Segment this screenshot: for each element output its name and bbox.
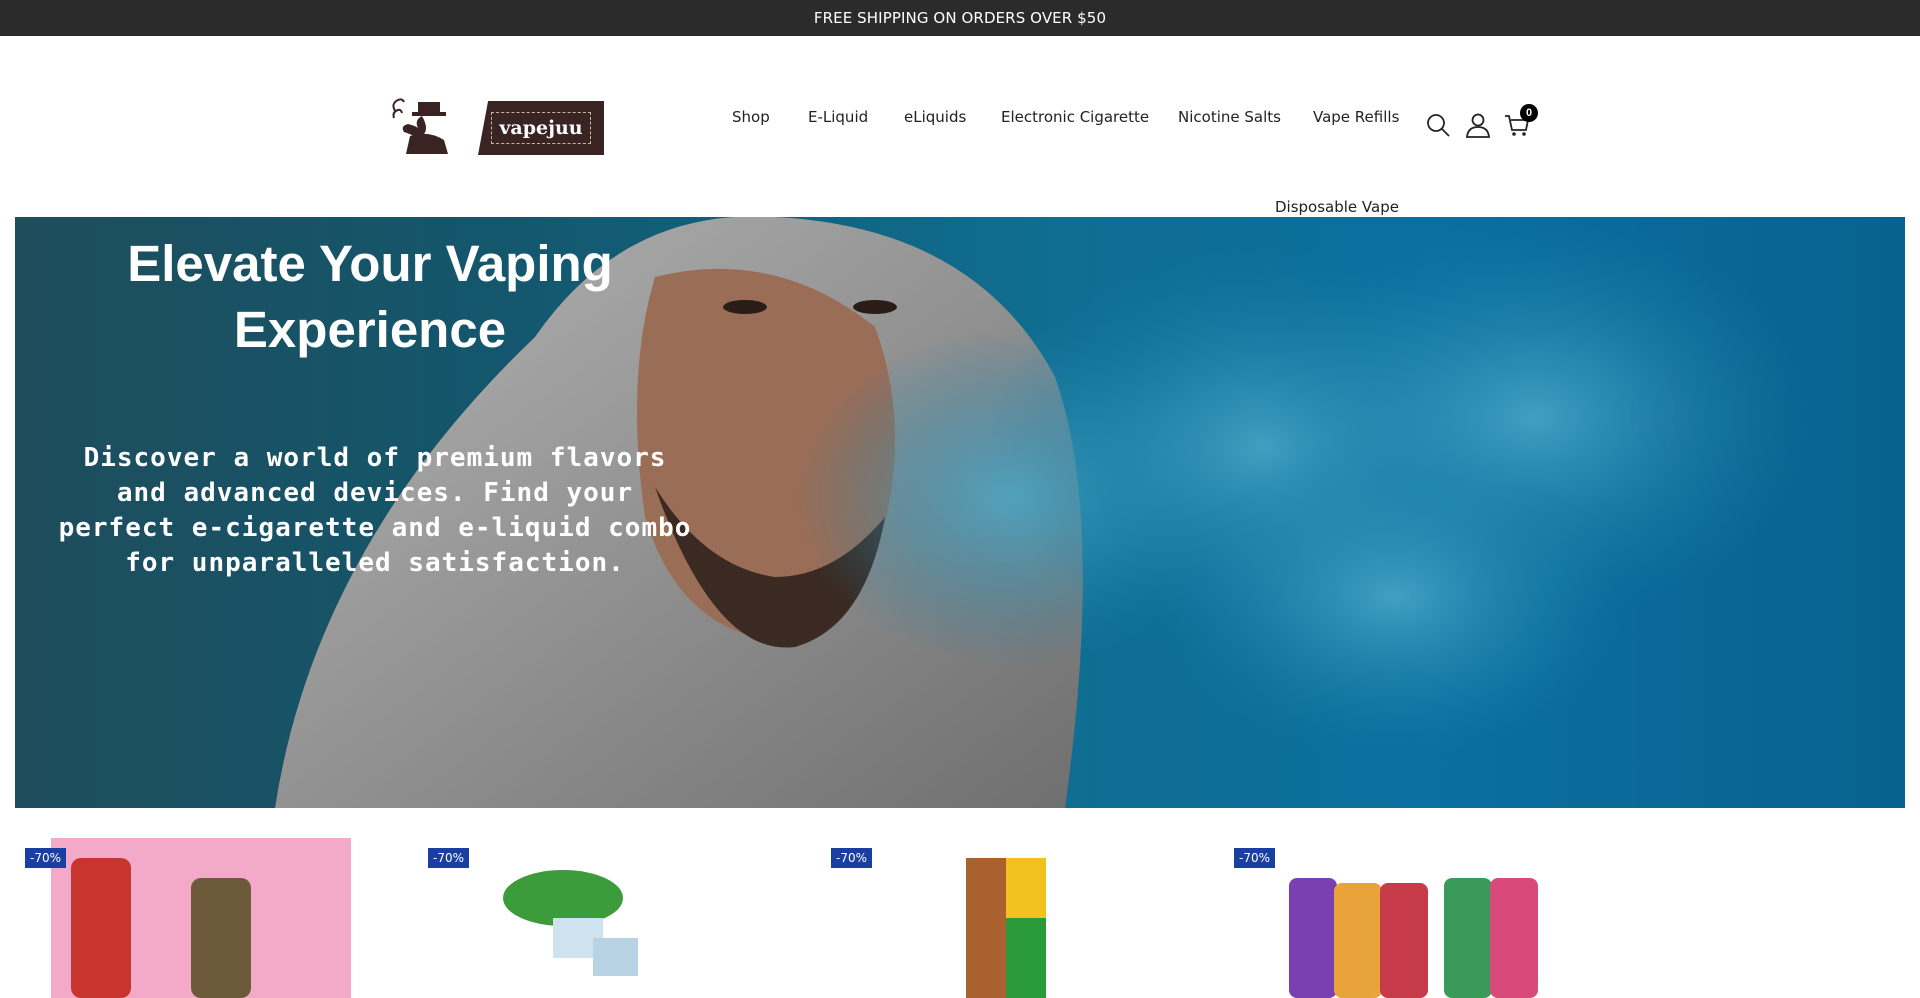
discount-badge: -70%	[25, 848, 67, 868]
detective-logo-icon	[392, 98, 448, 154]
product-image[interactable]	[483, 838, 683, 998]
site-logo[interactable]: vapejuu	[390, 98, 605, 155]
hero-heading: Elevate Your Vaping Experience	[127, 235, 613, 358]
nav-item-electronic-cigarette[interactable]: Electronic Cigarette	[1001, 108, 1149, 126]
search-icon[interactable]	[1423, 110, 1453, 140]
discount-badge: -70%	[1234, 848, 1276, 868]
cart-count-badge: 0	[1520, 104, 1538, 122]
discount-badge: -70%	[428, 848, 470, 868]
discount-badge: -70%	[831, 848, 873, 868]
product-card[interactable]: -70%	[826, 838, 1216, 998]
site-header: vapejuu Shop E-Liquid eLiquids Electroni…	[0, 36, 1920, 217]
hero-banner[interactable]: Elevate Your Vaping Experience Discover …	[15, 217, 1905, 808]
product-grid: -70% -70% -70% -70%	[0, 808, 1920, 998]
nav-item-shop[interactable]: Shop	[732, 108, 770, 126]
nav-item-disposable-vape[interactable]: Disposable Vape	[1275, 198, 1399, 216]
product-image[interactable]	[1284, 838, 1544, 998]
logo-text: vapejuu	[491, 112, 591, 144]
user-icon[interactable]	[1463, 110, 1493, 140]
announcement-text: FREE SHIPPING ON ORDERS OVER $50	[813, 9, 1107, 27]
product-image[interactable]	[926, 838, 1076, 998]
hero-subheading: Discover a world of premium flavors and …	[58, 443, 692, 578]
logo-badge: vapejuu	[478, 101, 604, 155]
nav-item-vape-refills[interactable]: Vape Refills	[1313, 108, 1399, 126]
product-image[interactable]	[51, 838, 351, 998]
product-card[interactable]: -70%	[423, 838, 813, 998]
nav-item-e-liquid[interactable]: E-Liquid	[808, 108, 868, 126]
header-icons: 0	[1423, 104, 1543, 140]
nav-item-nicotine-salts[interactable]: Nicotine Salts	[1178, 108, 1281, 126]
cart-icon[interactable]: 0	[1502, 104, 1538, 140]
main-nav: Shop E-Liquid eLiquids Electronic Cigare…	[716, 72, 1416, 222]
nav-item-eliquids[interactable]: eLiquids	[904, 108, 966, 126]
product-card[interactable]: -70%	[20, 838, 410, 998]
product-card[interactable]: -70%	[1229, 838, 1619, 998]
announcement-bar: FREE SHIPPING ON ORDERS OVER $50	[0, 0, 1920, 36]
